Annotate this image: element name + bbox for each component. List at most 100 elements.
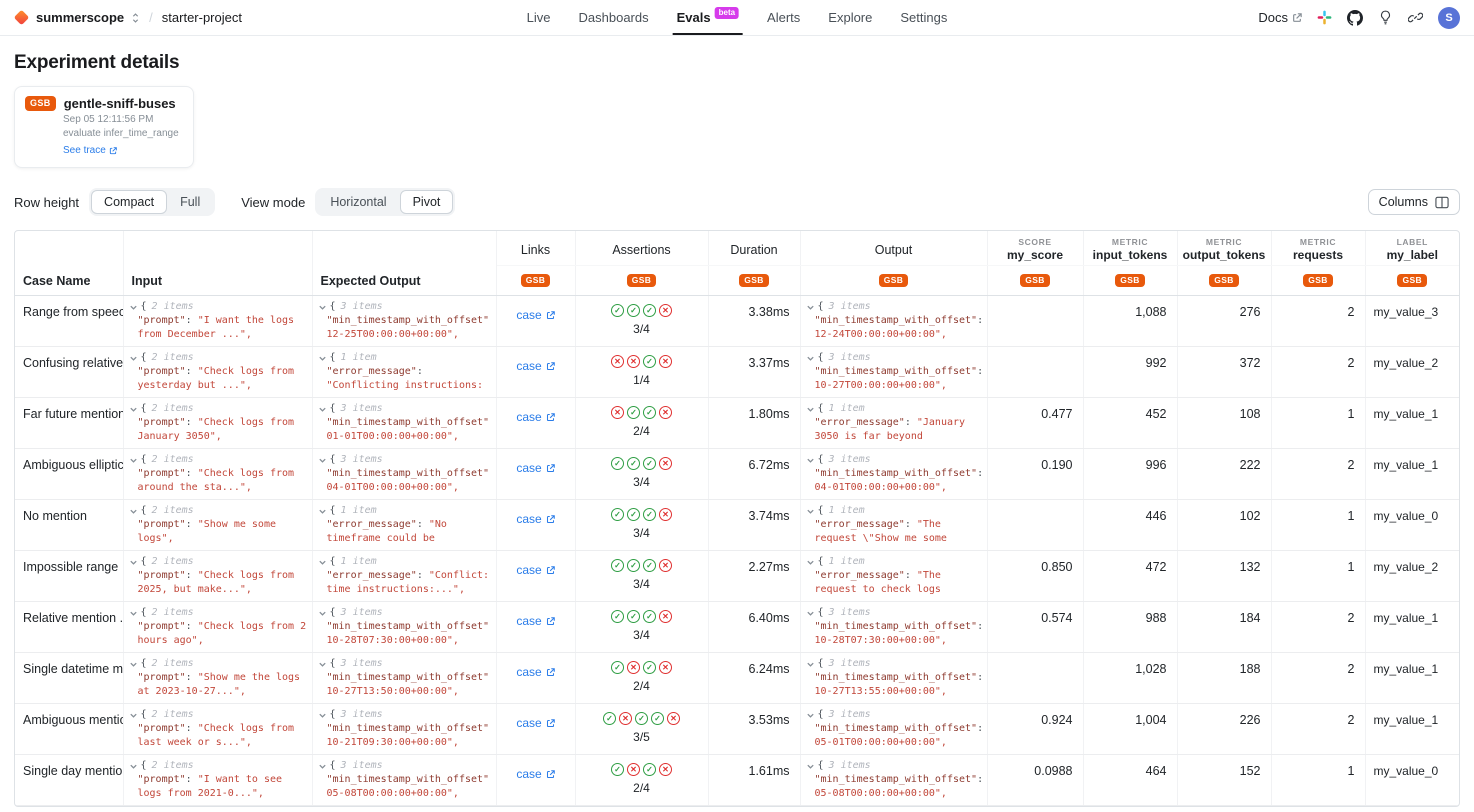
input-cell[interactable]: {2 items"prompt": "Check logs from aroun… <box>123 449 312 500</box>
row-height-option-full[interactable]: Full <box>167 190 213 214</box>
case-link[interactable]: case <box>516 716 554 730</box>
github-icon[interactable] <box>1347 10 1363 26</box>
input-cell[interactable]: {2 items"prompt": "I want the logs from … <box>123 296 312 347</box>
expected-output-cell[interactable]: {3 items"min_timestamp_with_offset": 12-… <box>312 296 496 347</box>
columns-button[interactable]: Columns <box>1368 189 1460 215</box>
case-link[interactable]: case <box>516 308 554 322</box>
chevron-down-icon[interactable] <box>806 558 815 567</box>
chevron-down-icon[interactable] <box>318 456 327 465</box>
chevron-down-icon[interactable] <box>129 762 138 771</box>
input-cell[interactable]: {2 items"prompt": "Check logs from Janua… <box>123 398 312 449</box>
chevron-down-icon[interactable] <box>806 609 815 618</box>
chevron-down-icon[interactable] <box>806 711 815 720</box>
chevron-down-icon[interactable] <box>806 456 815 465</box>
experiment-badge-chip[interactable]: GSB <box>1397 274 1427 288</box>
docs-link[interactable]: Docs <box>1258 10 1302 25</box>
chevron-down-icon[interactable] <box>806 660 815 669</box>
output-cell[interactable]: {3 items"min_timestamp_with_offset": 10-… <box>800 653 987 704</box>
chevron-down-icon[interactable] <box>806 354 815 363</box>
chevron-down-icon[interactable] <box>318 507 327 516</box>
expected-output-cell[interactable]: {3 items"min_timestamp_with_offset": 05-… <box>312 755 496 806</box>
expected-output-cell[interactable]: {3 items"min_timestamp_with_offset": 04-… <box>312 449 496 500</box>
input-cell[interactable]: {2 items"prompt": "Check logs from last … <box>123 704 312 755</box>
experiment-badge-chip[interactable]: GSB <box>1209 274 1239 288</box>
see-trace-link[interactable]: See trace <box>63 144 117 158</box>
experiment-card[interactable]: GSB gentle-sniff-buses Sep 05 12:11:56 P… <box>14 86 194 168</box>
experiment-badge-chip[interactable]: GSB <box>1020 274 1050 288</box>
chevron-down-icon[interactable] <box>806 405 815 414</box>
case-link[interactable]: case <box>516 665 554 679</box>
case-link[interactable]: case <box>516 410 554 424</box>
view-mode-option-horizontal[interactable]: Horizontal <box>317 190 399 214</box>
case-link[interactable]: case <box>516 512 554 526</box>
experiment-badge-chip[interactable]: GSB <box>521 274 551 288</box>
chevron-down-icon[interactable] <box>318 660 327 669</box>
output-cell[interactable]: {3 items"min_timestamp_with_offset": 04-… <box>800 449 987 500</box>
experiment-badge-chip[interactable]: GSB <box>739 274 769 288</box>
chevron-down-icon[interactable] <box>129 456 138 465</box>
chevron-down-icon[interactable] <box>806 762 815 771</box>
output-cell[interactable]: {1 item"error_message": "The request \"S… <box>800 500 987 551</box>
output-cell[interactable]: {1 item"error_message": "The request to … <box>800 551 987 602</box>
chevron-down-icon[interactable] <box>318 558 327 567</box>
chevron-down-icon[interactable] <box>129 609 138 618</box>
chevron-down-icon[interactable] <box>129 558 138 567</box>
input-cell[interactable]: {2 items"prompt": "Check logs from 2025,… <box>123 551 312 602</box>
tab-settings[interactable]: Settings <box>900 0 947 35</box>
input-cell[interactable]: {2 items"prompt": "Check logs from 2 hou… <box>123 602 312 653</box>
experiment-badge-chip[interactable]: GSB <box>1115 274 1145 288</box>
expected-output-cell[interactable]: {1 item"error_message": "Conflict: time … <box>312 551 496 602</box>
output-cell[interactable]: {1 item"error_message": "January 3050 is… <box>800 398 987 449</box>
case-link[interactable]: case <box>516 614 554 628</box>
output-cell[interactable]: {3 items"min_timestamp_with_offset": 10-… <box>800 347 987 398</box>
chevron-down-icon[interactable] <box>318 711 327 720</box>
view-mode-option-pivot[interactable]: Pivot <box>400 190 454 214</box>
tab-evals[interactable]: Evalsbeta <box>677 0 739 35</box>
output-cell[interactable]: {3 items"min_timestamp_with_offset": 05-… <box>800 704 987 755</box>
chevron-down-icon[interactable] <box>129 711 138 720</box>
input-cell[interactable]: {2 items"prompt": "I want to see logs fr… <box>123 755 312 806</box>
input-cell[interactable]: {2 items"prompt": "Show me some logs", <box>123 500 312 551</box>
avatar[interactable]: S <box>1438 7 1460 29</box>
chevron-down-icon[interactable] <box>806 507 815 516</box>
output-cell[interactable]: {3 items"min_timestamp_with_offset": 05-… <box>800 755 987 806</box>
expected-output-cell[interactable]: {3 items"min_timestamp_with_offset": 10-… <box>312 602 496 653</box>
chevron-down-icon[interactable] <box>129 354 138 363</box>
expected-output-cell[interactable]: {1 item"error_message": "No timeframe co… <box>312 500 496 551</box>
chevron-down-icon[interactable] <box>318 405 327 414</box>
chevron-down-icon[interactable] <box>129 660 138 669</box>
chevron-down-icon[interactable] <box>129 303 138 312</box>
experiment-badge-chip[interactable]: GSB <box>627 274 657 288</box>
case-link[interactable]: case <box>516 563 554 577</box>
output-cell[interactable]: {3 items"min_timestamp_with_offset": 12-… <box>800 296 987 347</box>
case-link[interactable]: case <box>516 461 554 475</box>
tab-dashboards[interactable]: Dashboards <box>579 0 649 35</box>
tab-explore[interactable]: Explore <box>828 0 872 35</box>
experiment-badge-chip[interactable]: GSB <box>879 274 909 288</box>
chevron-down-icon[interactable] <box>129 405 138 414</box>
chevron-down-icon[interactable] <box>318 762 327 771</box>
slack-icon[interactable] <box>1317 10 1332 25</box>
chevron-down-icon[interactable] <box>318 354 327 363</box>
lightbulb-icon[interactable] <box>1378 10 1393 25</box>
input-cell[interactable]: {2 items"prompt": "Check logs from yeste… <box>123 347 312 398</box>
chevron-down-icon[interactable] <box>129 507 138 516</box>
output-cell[interactable]: {3 items"min_timestamp_with_offset": 10-… <box>800 602 987 653</box>
expected-output-cell[interactable]: {1 item"error_message": "Conflicting ins… <box>312 347 496 398</box>
expected-output-cell[interactable]: {3 items"min_timestamp_with_offset": 10-… <box>312 704 496 755</box>
experiment-badge-chip[interactable]: GSB <box>1303 274 1333 288</box>
breadcrumb-project[interactable]: starter-project <box>162 10 242 25</box>
expected-output-cell[interactable]: {3 items"min_timestamp_with_offset": 10-… <box>312 653 496 704</box>
link-icon[interactable] <box>1408 10 1423 25</box>
case-link[interactable]: case <box>516 359 554 373</box>
tab-alerts[interactable]: Alerts <box>767 0 800 35</box>
chevron-down-icon[interactable] <box>318 303 327 312</box>
workspace-switcher[interactable]: summerscope <box>14 10 140 25</box>
chevron-down-icon[interactable] <box>806 303 815 312</box>
chevron-down-icon[interactable] <box>318 609 327 618</box>
row-height-option-compact[interactable]: Compact <box>91 190 167 214</box>
expected-output-cell[interactable]: {3 items"min_timestamp_with_offset": 01-… <box>312 398 496 449</box>
case-link[interactable]: case <box>516 767 554 781</box>
tab-live[interactable]: Live <box>527 0 551 35</box>
input-cell[interactable]: {2 items"prompt": "Show me the logs at 2… <box>123 653 312 704</box>
